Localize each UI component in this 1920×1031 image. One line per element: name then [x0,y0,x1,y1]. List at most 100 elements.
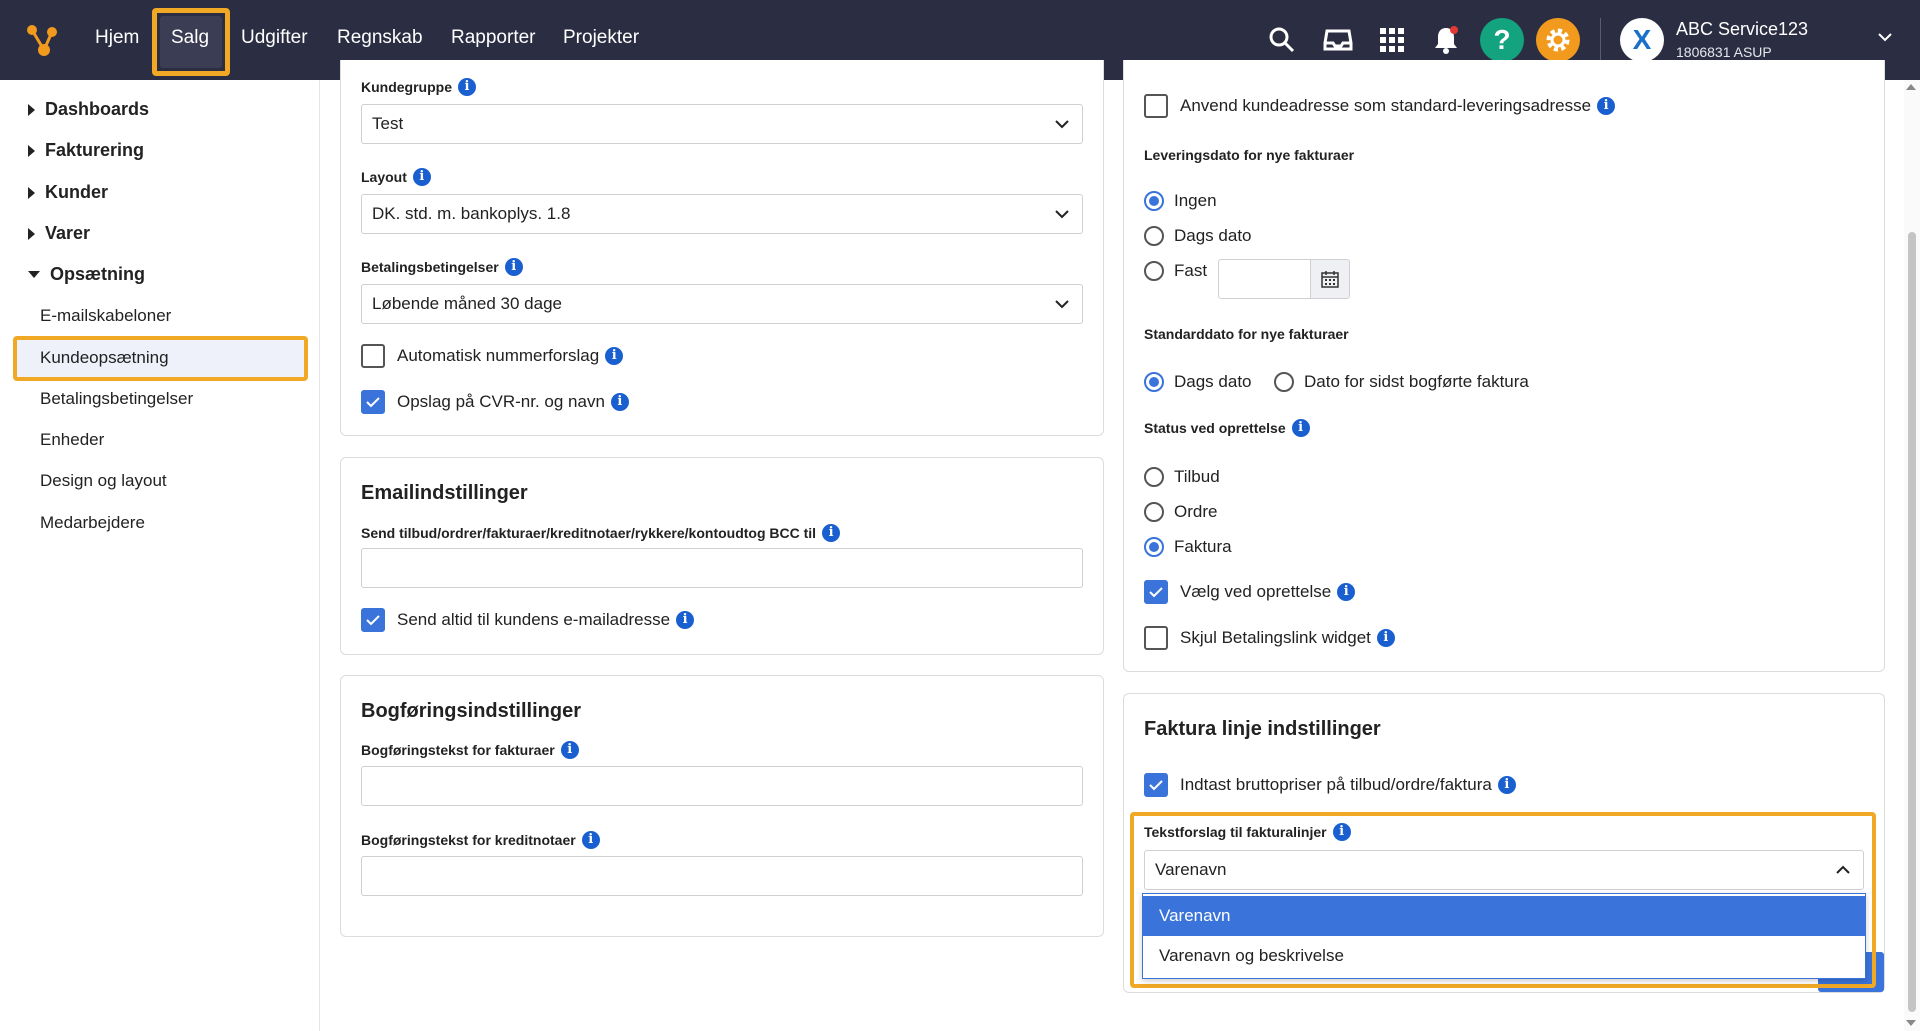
bruttopriser-row[interactable]: Indtast bruttopriser på tilbud/ordre/fak… [1144,773,1516,797]
apps-grid-icon[interactable] [1374,22,1410,58]
bcc-label-text: Send tilbud/ordrer/fakturaer/kreditnotae… [361,525,817,541]
status-radio-ordre[interactable]: Ordre [1144,502,1217,522]
nav-hjem[interactable]: Hjem [95,27,139,49]
skjul-betalingslink-row[interactable]: Skjul Betalingslink widget i [1144,626,1395,650]
sidebar-item-emailskabeloner[interactable]: E-mailskabeloner [40,306,171,326]
sidebar-group-kunder[interactable]: Kunder [28,182,108,203]
sidebar-item-design-layout[interactable]: Design og layout [40,471,167,491]
levering-radio-ingen[interactable]: Ingen [1144,191,1217,211]
standarddato-radio-sidst-bogfoert[interactable]: Dato for sidst bogførte faktura [1274,372,1529,392]
search-icon[interactable] [1264,22,1300,58]
radio-label: Tilbud [1174,467,1220,486]
kundegruppe-select[interactable]: Test [361,104,1083,144]
radio-label: Ordre [1174,502,1218,521]
nav-rapporter[interactable]: Rapporter [451,27,536,49]
nav-udgifter[interactable]: Udgifter [241,27,308,49]
info-icon[interactable]: i [676,611,695,629]
bcc-email-input[interactable] [361,548,1083,588]
checkmark-icon [1149,587,1163,598]
sidebar-group-varer[interactable]: Varer [28,223,90,244]
bell-icon[interactable] [1428,22,1464,58]
auto-nummer-checkbox-row[interactable]: Automatisk nummerforslag i [361,344,624,368]
radio[interactable] [1144,261,1164,281]
leveringsdato-label: Leveringsdato for nye fakturaer [1144,147,1354,163]
checkmark-icon [366,615,380,626]
tekstforslag-select[interactable]: Varenavn [1144,850,1864,890]
nav-regnskab[interactable]: Regnskab [337,27,423,49]
vaelg-ved-oprettelse-row[interactable]: Vælg ved oprettelse i [1144,580,1356,604]
sidebar-group-fakturering[interactable]: Fakturering [28,140,144,161]
info-icon[interactable]: i [605,347,624,365]
levering-radio-fast[interactable]: Fast [1144,261,1207,281]
nav-salg[interactable]: Salg [171,27,209,49]
dropdown-option-varenavn[interactable]: Varenavn [1143,896,1865,936]
betaling-label-text: Betalingsbetingelser [361,259,499,275]
company-avatar[interactable]: X [1620,18,1664,62]
anvend-kundeadresse-checkbox[interactable] [1144,94,1168,118]
nav-divider [1600,18,1601,62]
radio[interactable] [1144,467,1164,487]
info-icon[interactable]: i [1332,823,1351,841]
calendar-icon[interactable] [1310,259,1350,299]
send-altid-checkbox-row[interactable]: Send altid til kundens e-mailadresse i [361,608,695,632]
scroll-up-arrow-icon[interactable] [1906,84,1916,90]
radio[interactable] [1144,226,1164,246]
settings-gear-icon[interactable] [1536,18,1580,62]
bogf-faktura-label-text: Bogføringstekst for fakturaer [361,742,555,758]
info-icon[interactable]: i [1337,583,1356,601]
inbox-icon[interactable] [1320,22,1356,58]
info-icon[interactable]: i [458,78,476,96]
info-icon[interactable]: i [822,524,841,542]
sidebar-group-dashboards[interactable]: Dashboards [28,99,149,120]
levering-radio-dagsdato[interactable]: Dags dato [1144,226,1252,246]
company-name[interactable]: ABC Service123 [1676,19,1808,40]
layout-select[interactable]: DK. std. m. bankoplys. 1.8 [361,194,1083,234]
scroll-down-arrow-icon[interactable] [1906,1020,1916,1026]
chevron-down-icon [1055,300,1069,309]
sidebar-item-betalingsbetingelser[interactable]: Betalingsbetingelser [40,389,193,409]
info-icon[interactable]: i [1376,629,1395,647]
scrollbar-thumb[interactable] [1908,232,1916,1012]
status-radio-faktura[interactable]: Faktura [1144,537,1232,557]
info-icon[interactable]: i [560,741,579,759]
sidebar-item-enheder[interactable]: Enheder [40,430,104,450]
radio-selected[interactable] [1144,191,1164,211]
info-icon[interactable]: i [1497,776,1516,794]
info-icon[interactable]: i [581,831,600,849]
info-icon[interactable]: i [504,258,523,276]
radio-label: Dags dato [1174,226,1252,245]
auto-nummer-checkbox[interactable] [361,344,385,368]
status-radio-tilbud[interactable]: Tilbud [1144,467,1220,487]
dropdown-option-varenavn-beskrivelse[interactable]: Varenavn og beskrivelse [1143,936,1865,976]
cvr-opslag-checkbox[interactable] [361,390,385,414]
vaelg-ved-oprettelse-checkbox[interactable] [1144,580,1168,604]
bogf-kredit-input[interactable] [361,856,1083,896]
bruttopriser-label: Indtast bruttopriser på tilbud/ordre/fak… [1180,775,1492,794]
anvend-kundeadresse-row[interactable]: Anvend kundeadresse som standard-leverin… [1144,94,1616,118]
help-button[interactable]: ? [1480,18,1524,62]
app-logo[interactable] [22,20,62,60]
send-altid-checkbox[interactable] [361,608,385,632]
bruttopriser-checkbox[interactable] [1144,773,1168,797]
sidebar-item-kundeopsaetning[interactable]: Kundeopsætning [40,348,169,368]
caret-right-icon [28,103,35,116]
chevron-down-icon[interactable] [1876,28,1894,46]
standarddato-radio-dagsdato[interactable]: Dags dato [1144,372,1252,392]
info-icon[interactable]: i [1291,419,1310,437]
sidebar-group-opsaetning[interactable]: Opsætning [28,264,145,285]
radio-label: Dags dato [1174,372,1252,391]
radio[interactable] [1274,372,1294,392]
radio[interactable] [1144,502,1164,522]
betalingsbetingelser-select[interactable]: Løbende måned 30 dage [361,284,1083,324]
radio-selected[interactable] [1144,537,1164,557]
info-icon[interactable]: i [610,393,629,411]
nav-projekter[interactable]: Projekter [563,27,639,49]
info-icon[interactable]: i [1597,97,1616,115]
cvr-opslag-checkbox-row[interactable]: Opslag på CVR-nr. og navn i [361,390,629,414]
sidebar-item-medarbejdere[interactable]: Medarbejdere [40,513,145,533]
radio-selected[interactable] [1144,372,1164,392]
status-label-text: Status ved oprettelse [1144,420,1286,436]
bogf-faktura-input[interactable] [361,766,1083,806]
skjul-betalingslink-checkbox[interactable] [1144,626,1168,650]
info-icon[interactable]: i [412,168,431,186]
